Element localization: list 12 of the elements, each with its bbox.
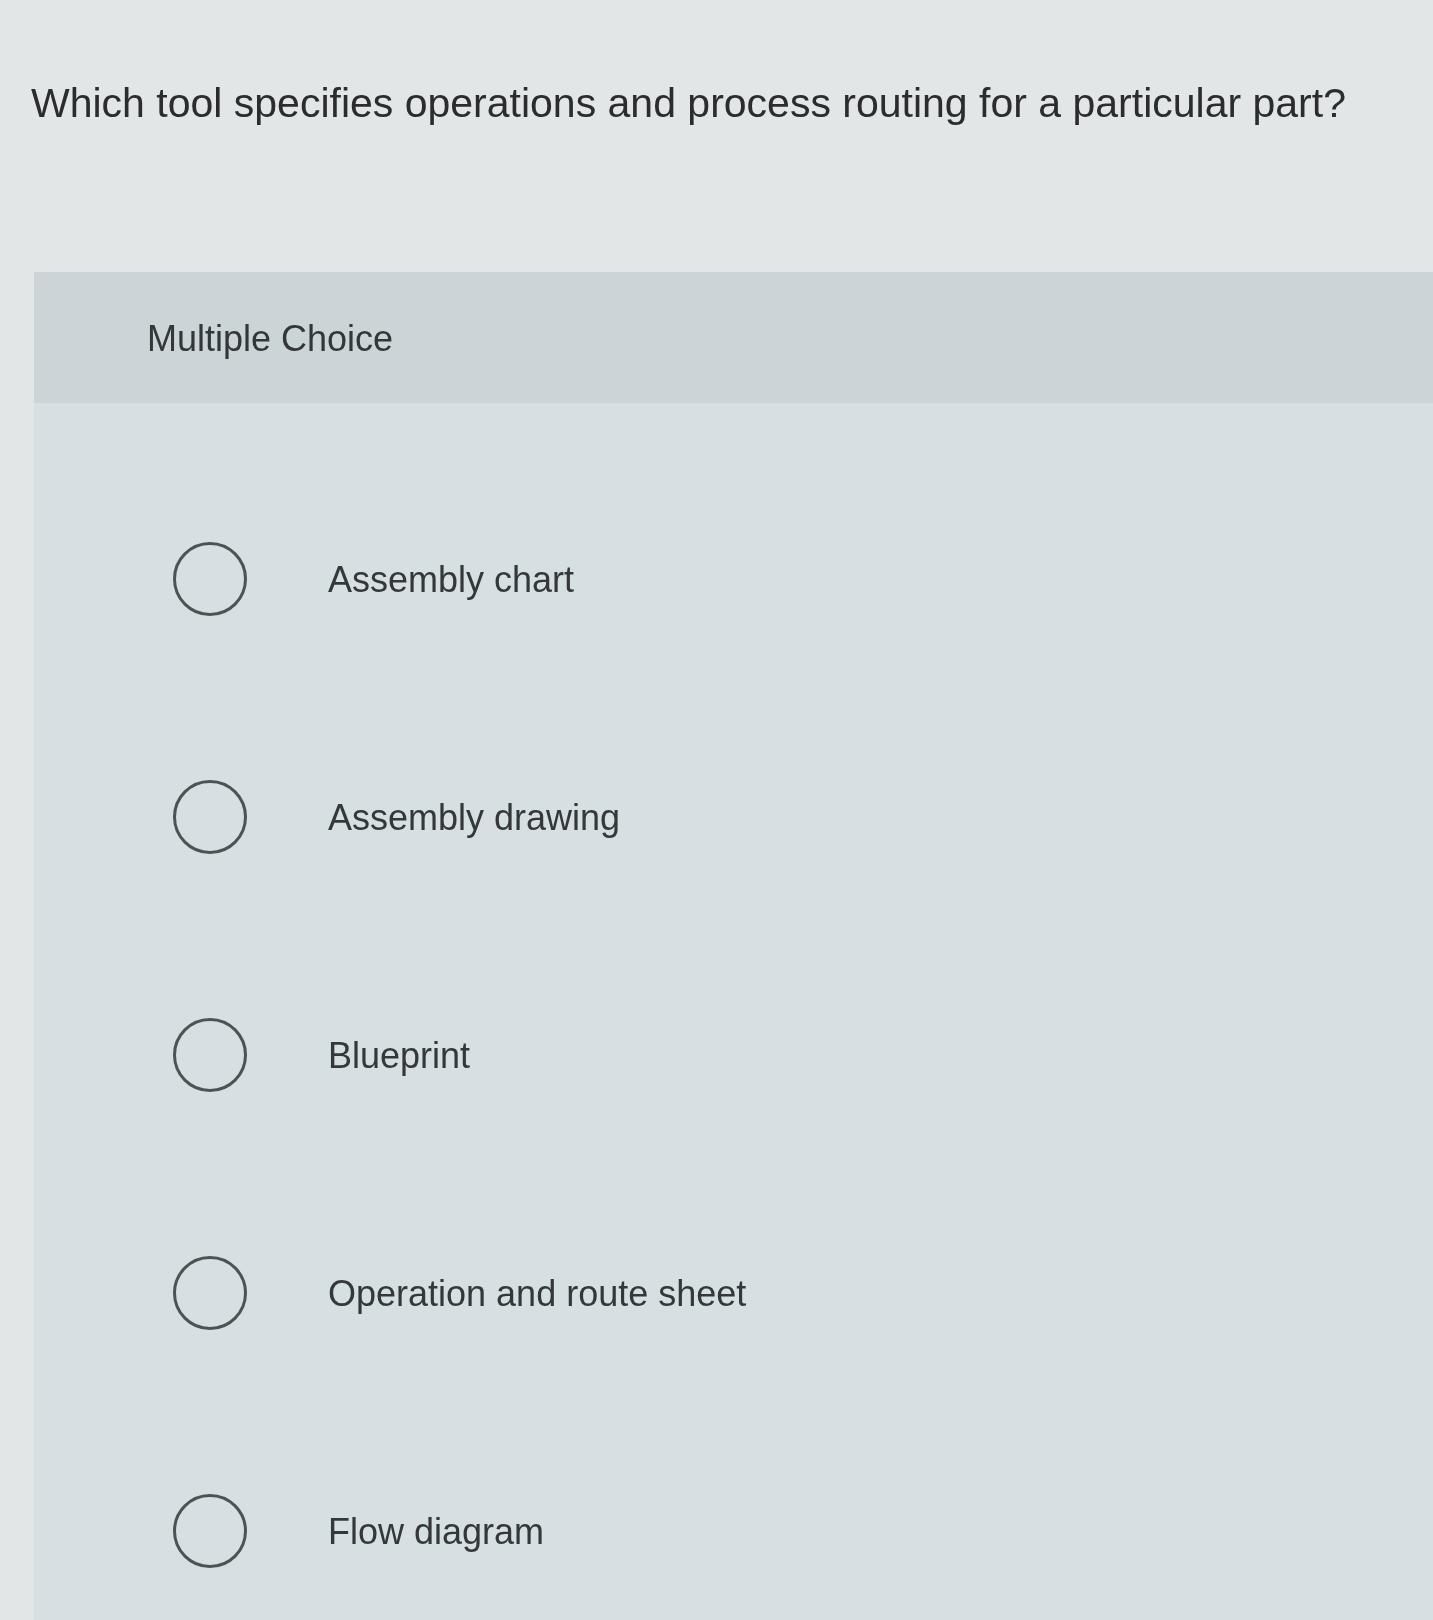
- panel-heading: Multiple Choice: [147, 318, 394, 360]
- radio-button[interactable]: [173, 1494, 247, 1569]
- radio-button[interactable]: [173, 1018, 247, 1093]
- option-label[interactable]: Flow diagram: [328, 1509, 545, 1553]
- radio-button[interactable]: [173, 542, 247, 617]
- radio-button[interactable]: [173, 1256, 247, 1331]
- option-label[interactable]: Assembly drawing: [328, 795, 621, 839]
- option-label[interactable]: Blueprint: [328, 1033, 471, 1077]
- question-text: Which tool specifies operations and process routing for a particular part?: [31, 80, 1346, 128]
- option-label[interactable]: Assembly chart: [328, 557, 575, 601]
- radio-button[interactable]: [173, 780, 247, 855]
- option-label[interactable]: Operation and route sheet: [328, 1271, 747, 1315]
